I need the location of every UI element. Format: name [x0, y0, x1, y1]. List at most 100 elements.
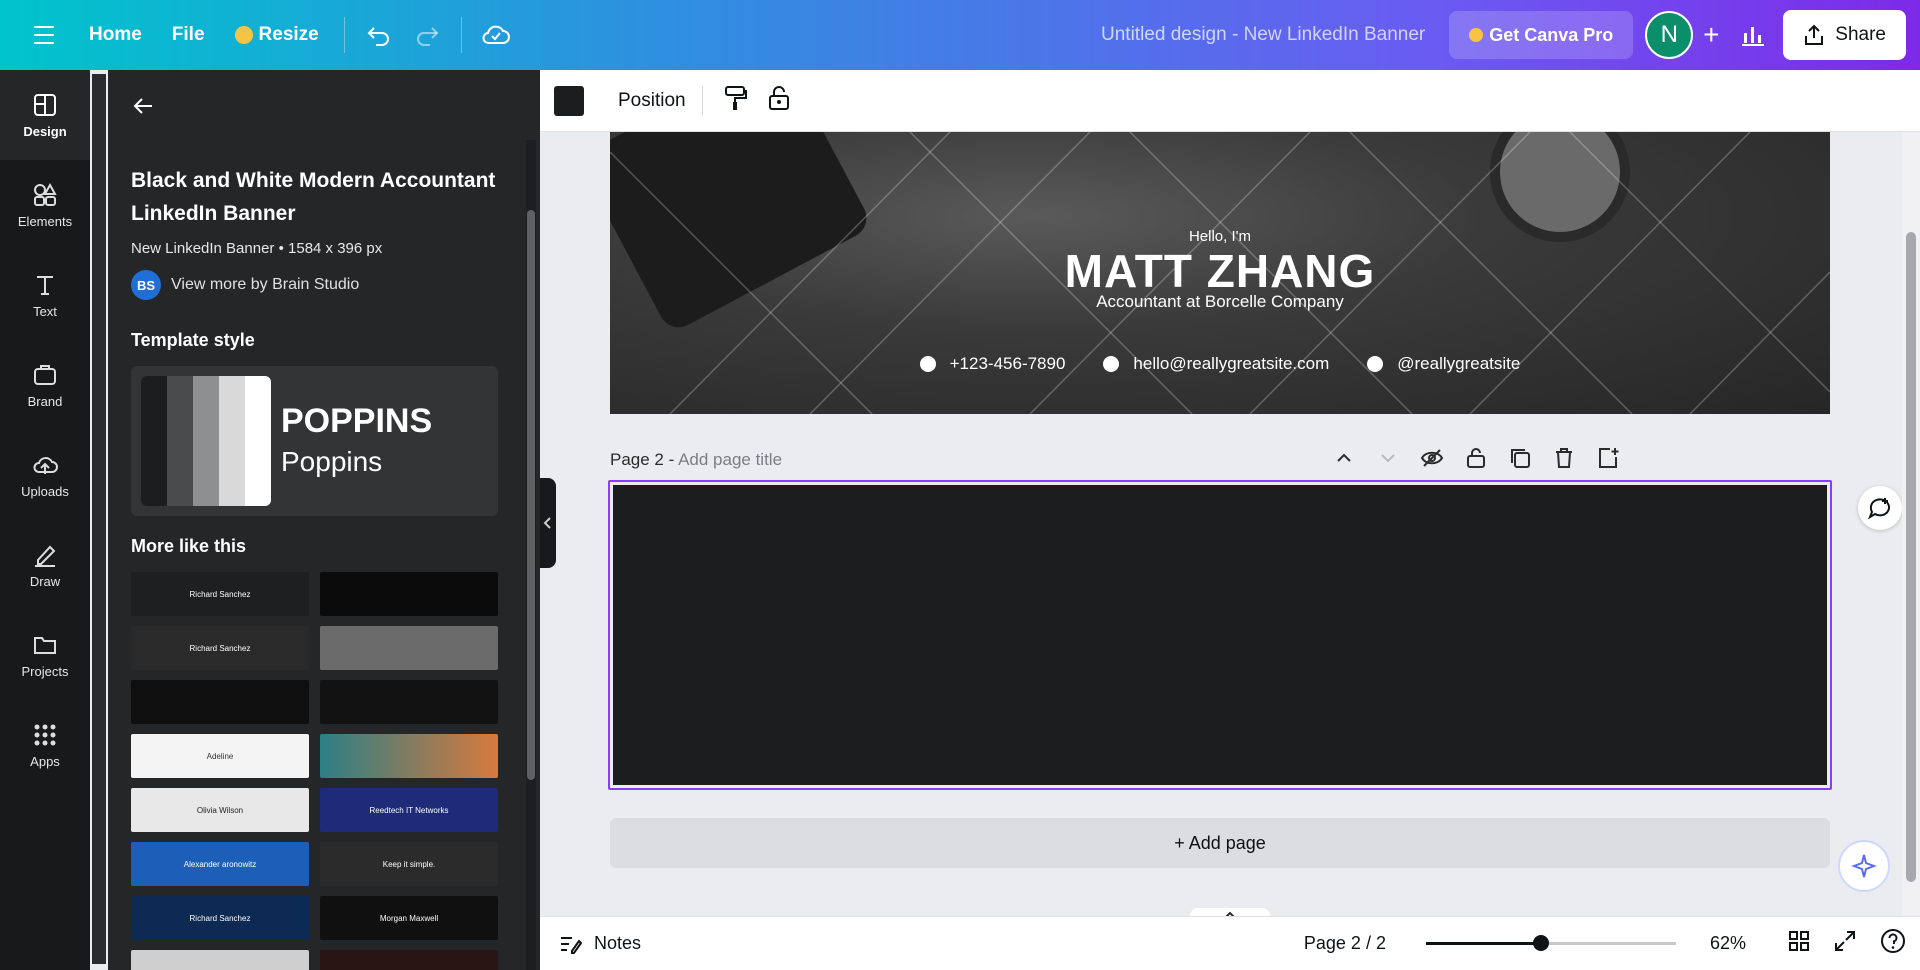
rail-apps[interactable]: Apps [0, 700, 90, 790]
hide-page-icon[interactable] [1420, 446, 1444, 470]
chevron-down-icon[interactable] [1376, 446, 1400, 470]
add-comment-icon[interactable] [1858, 486, 1902, 530]
back-arrow-icon[interactable] [132, 94, 156, 123]
swatch [167, 376, 193, 506]
template-style-card[interactable]: POPPINS Poppins [131, 366, 498, 516]
template-thumbnail[interactable]: Adeline [131, 734, 309, 778]
rail-projects[interactable]: Projects [0, 610, 90, 700]
swatch [141, 376, 167, 506]
zoom-level[interactable]: 62% [1710, 933, 1746, 954]
contact-email: hello@reallygreatsite.com [1103, 354, 1329, 374]
template-thumbnail[interactable]: Keep it simple. [320, 842, 498, 886]
template-thumbnail[interactable] [131, 680, 309, 724]
divider [343, 17, 345, 53]
add-page-button[interactable]: + Add page [610, 818, 1830, 868]
get-canva-pro-button[interactable]: Get Canva Pro [1449, 11, 1634, 59]
contact-social: @reallygreatsite [1367, 354, 1520, 374]
template-thumbnail[interactable] [131, 950, 309, 970]
share-button[interactable]: Share [1783, 10, 1906, 60]
template-thumbnail[interactable]: Reedtech IT Networks [320, 788, 498, 832]
rail-design[interactable]: Design [0, 70, 90, 160]
phone-text: +123-456-7890 [949, 354, 1066, 373]
position-button[interactable]: Position [618, 90, 686, 112]
page-1-banner[interactable]: Hello, I'm MATT ZHANG Accountant at Borc… [610, 132, 1830, 414]
resize-button[interactable]: Resize [220, 13, 334, 57]
template-title: Black and White Modern Accountant Linked… [131, 169, 496, 225]
canvas-area: Hello, I'm MATT ZHANG Accountant at Borc… [540, 132, 1902, 916]
notes-button[interactable]: Notes [558, 933, 641, 955]
magic-sparkle-icon[interactable] [1838, 840, 1890, 892]
rail-scrollbar[interactable] [92, 74, 106, 964]
author-link[interactable]: BS View more by Brain Studio [131, 270, 359, 300]
fill-color-swatch[interactable] [554, 85, 584, 116]
page-count[interactable]: Page 2 / 2 [1304, 933, 1386, 954]
duplicate-page-icon[interactable] [1508, 446, 1532, 470]
template-style-heading: Template style [131, 330, 255, 350]
swatch [219, 376, 245, 506]
redo-icon[interactable] [403, 13, 451, 57]
avatar[interactable]: N [1645, 11, 1694, 59]
page-2-title[interactable]: Page 2 - Add page title [610, 450, 782, 470]
fullscreen-icon[interactable] [1834, 930, 1856, 957]
phone-icon [919, 356, 936, 372]
template-thumbnail[interactable]: Richard Sanchez [131, 572, 309, 616]
template-thumbnail[interactable]: Olivia Wilson [131, 788, 309, 832]
grid-view-icon[interactable] [1788, 930, 1810, 957]
panel-scrollbar[interactable] [526, 140, 536, 970]
insights-icon[interactable] [1729, 13, 1777, 57]
banner-name: MATT ZHANG [1064, 245, 1376, 297]
projects-icon [34, 636, 56, 654]
menu-icon[interactable] [14, 13, 74, 57]
banner-greeting: Hello, I'm [1188, 228, 1252, 245]
paint-format-icon[interactable] [723, 84, 747, 117]
swatch [245, 376, 271, 506]
email-text: hello@reallygreatsite.com [1133, 354, 1330, 373]
page-2-background[interactable] [613, 485, 1827, 785]
help-icon[interactable] [1880, 928, 1906, 959]
page-title-placeholder[interactable]: Add page title [678, 450, 782, 469]
rail-uploads[interactable]: Uploads [0, 430, 90, 520]
template-thumbnail[interactable]: Alexander aronowitz [131, 842, 309, 886]
vertical-scroll-thumb[interactable] [1906, 232, 1916, 882]
template-thumbnail[interactable]: Richard Sanchez [131, 896, 309, 940]
rail-elements[interactable]: Elements [0, 160, 90, 250]
rail-brand[interactable]: Brand [0, 340, 90, 430]
template-thumbnail[interactable]: Richard Sanchez [131, 626, 309, 670]
page-2-label: Page 2 - [610, 450, 675, 469]
rail-draw[interactable]: Draw [0, 520, 90, 610]
rail-text[interactable]: Text [0, 250, 90, 340]
divider [460, 17, 462, 53]
template-thumbnail[interactable] [320, 950, 498, 970]
template-thumbnail[interactable] [320, 680, 498, 724]
rail-label: Draw [29, 573, 61, 589]
lock-page-icon[interactable] [1464, 446, 1488, 470]
text-icon [37, 275, 53, 295]
template-thumbnail[interactable] [320, 572, 498, 616]
template-thumbnail[interactable] [320, 734, 498, 778]
page-2-banner[interactable] [608, 480, 1832, 790]
delete-page-icon[interactable] [1552, 446, 1576, 470]
draw-icon [35, 545, 56, 567]
template-thumbnail[interactable] [320, 626, 498, 670]
template-thumbnail[interactable]: Morgan Maxwell [320, 896, 498, 940]
template-panel: Black and White Modern Accountant Linked… [108, 70, 540, 970]
file-menu-button[interactable]: File [157, 13, 220, 57]
canvas-vertical-scrollbar[interactable] [1902, 132, 1920, 916]
rail-label: Design [23, 123, 67, 139]
design-title[interactable]: Untitled design - New LinkedIn Banner [1101, 24, 1425, 46]
zoom-slider[interactable] [1425, 935, 1676, 951]
chevron-up-icon[interactable] [1332, 446, 1356, 470]
apps-icon [34, 724, 56, 745]
lock-icon[interactable] [767, 84, 791, 117]
design-icon [34, 93, 56, 116]
undo-icon[interactable] [355, 13, 403, 57]
panel-scroll-thumb[interactable] [527, 210, 535, 780]
rail-label: Uploads [21, 483, 69, 499]
zoom-slider-knob[interactable] [1532, 935, 1549, 951]
cloud-saved-icon[interactable] [472, 13, 520, 57]
get-pro-label: Get Canva Pro [1489, 24, 1614, 45]
rail-label: Apps [30, 753, 60, 769]
add-page-icon[interactable] [1596, 446, 1620, 470]
home-button[interactable]: Home [74, 13, 157, 57]
add-collaborator-icon[interactable]: + [1693, 19, 1729, 51]
